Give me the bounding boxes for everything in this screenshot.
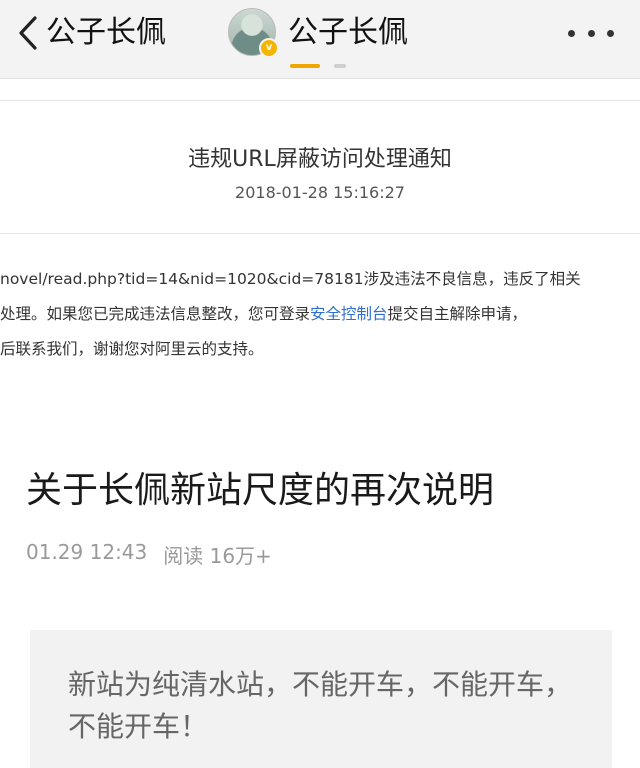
- top-nav-bar: 公子长佩 v 公子长佩: [0, 0, 640, 79]
- quote-block: 新站为纯清水站，不能开车，不能开车，不能开车！: [30, 630, 612, 768]
- more-dots-icon: [587, 29, 595, 37]
- account-avatar[interactable]: v: [228, 8, 279, 58]
- more-dots-icon: [568, 29, 575, 37]
- notice-text: 提交自主解除申请，: [387, 305, 528, 323]
- back-label: 公子长佩: [46, 15, 166, 50]
- notice-text: 处理。如果您已完成违法信息整改，您可登录: [0, 305, 311, 323]
- more-dots-icon: [607, 29, 614, 37]
- read-count: 阅读 16万+: [163, 544, 272, 568]
- more-options-button[interactable]: [568, 28, 614, 38]
- page-indicator: [290, 64, 346, 68]
- account-name[interactable]: 公子长佩: [288, 14, 408, 52]
- indicator-active: [290, 64, 320, 68]
- indicator-inactive: [334, 64, 346, 68]
- notice-timestamp: 2018-01-28 15:16:27: [235, 183, 405, 202]
- security-console-link[interactable]: 安全控制台: [310, 305, 388, 323]
- notice-line: 后联系我们，谢谢您对阿里云的支持。: [0, 340, 264, 358]
- notice-body: novel/read.php?tid=14&nid=1020&cid=78181…: [0, 262, 640, 367]
- notice-title: 违规URL屏蔽访问处理通知: [188, 147, 452, 172]
- notice-line: novel/read.php?tid=14&nid=1020&cid=78181…: [0, 270, 581, 288]
- article-date: 01.29 12:43: [26, 540, 148, 564]
- article-meta: 01.29 12:43 阅读 16万+: [26, 540, 272, 569]
- quote-text: 新站为纯清水站，不能开车，不能开车，不能开车！: [68, 668, 573, 743]
- notice-line: 处理。如果您已完成违法信息整改，您可登录安全控制台提交自主解除申请，: [0, 297, 640, 332]
- article-title: 关于长佩新站尺度的再次说明: [26, 470, 495, 511]
- verified-badge-icon: v: [259, 38, 279, 58]
- notice-card: 违规URL屏蔽访问处理通知 2018-01-28 15:16:27: [0, 100, 640, 234]
- chevron-left-icon: [19, 16, 37, 50]
- back-button[interactable]: 公子长佩: [18, 14, 166, 52]
